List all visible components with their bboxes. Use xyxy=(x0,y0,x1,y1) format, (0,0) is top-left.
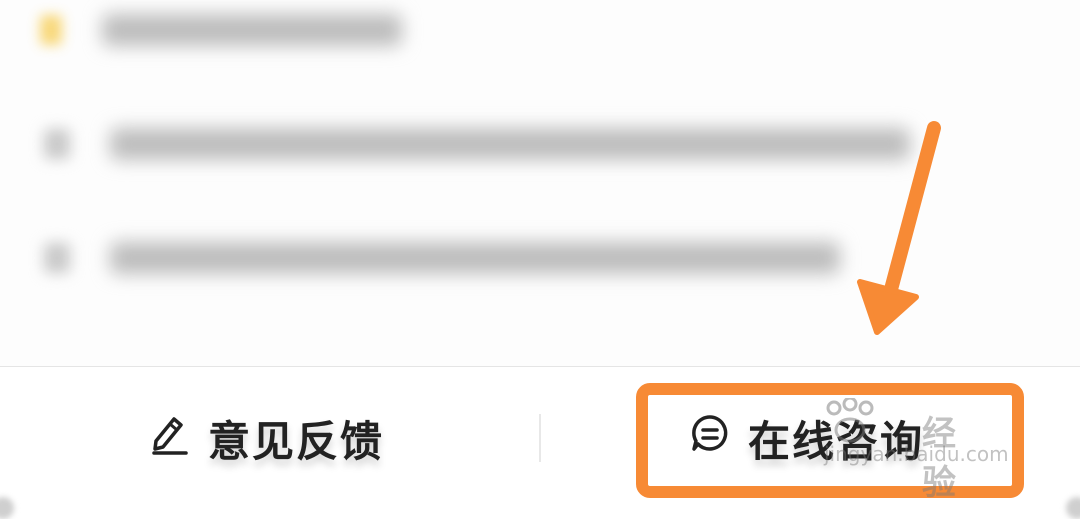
watermark-url: jingyan.baidu.com xyxy=(824,442,1009,466)
watermark: 经验 jingyan.baidu.com xyxy=(818,396,1009,503)
arrow-annotation xyxy=(857,121,941,335)
corner-decoration xyxy=(1066,497,1080,519)
